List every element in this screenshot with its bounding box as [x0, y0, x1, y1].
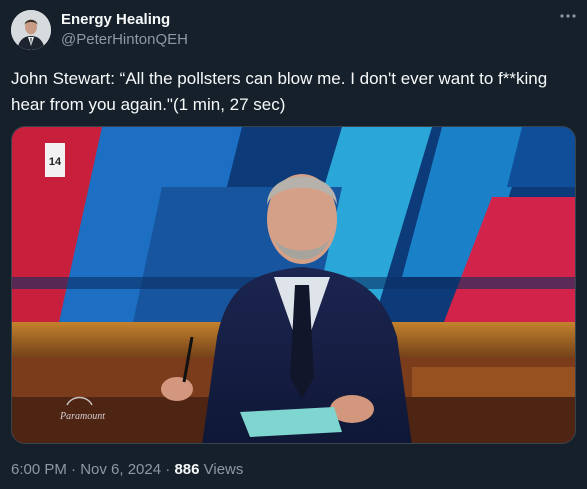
network-logo: Paramount — [59, 411, 105, 422]
tweet-meta: 6:00 PM · Nov 6, 2024 · 886 Views — [11, 461, 243, 478]
tweet-text: John Stewart: “All the pollsters can blo… — [11, 69, 548, 114]
more-options-icon[interactable] — [556, 6, 580, 30]
author-handle[interactable]: @PeterHintonQEH — [61, 31, 188, 48]
video-player[interactable]: 14 Paramount — [11, 126, 576, 444]
timestamp[interactable]: 6:00 PM · Nov 6, 2024 — [11, 461, 161, 478]
views-count: 886 — [174, 461, 200, 478]
channel-bug-text: 14 — [49, 156, 62, 168]
video-frame: 14 Paramount — [12, 127, 575, 443]
tweet-card: Energy Healing @PeterHintonQEH John Stew… — [0, 0, 587, 489]
meta-separator: · — [165, 461, 171, 478]
author-display-name[interactable]: Energy Healing — [61, 11, 170, 28]
more-options-icon-glyph — [560, 14, 576, 18]
avatar[interactable] — [11, 10, 51, 50]
views-label: Views — [203, 461, 244, 478]
avatar-image — [11, 10, 51, 50]
